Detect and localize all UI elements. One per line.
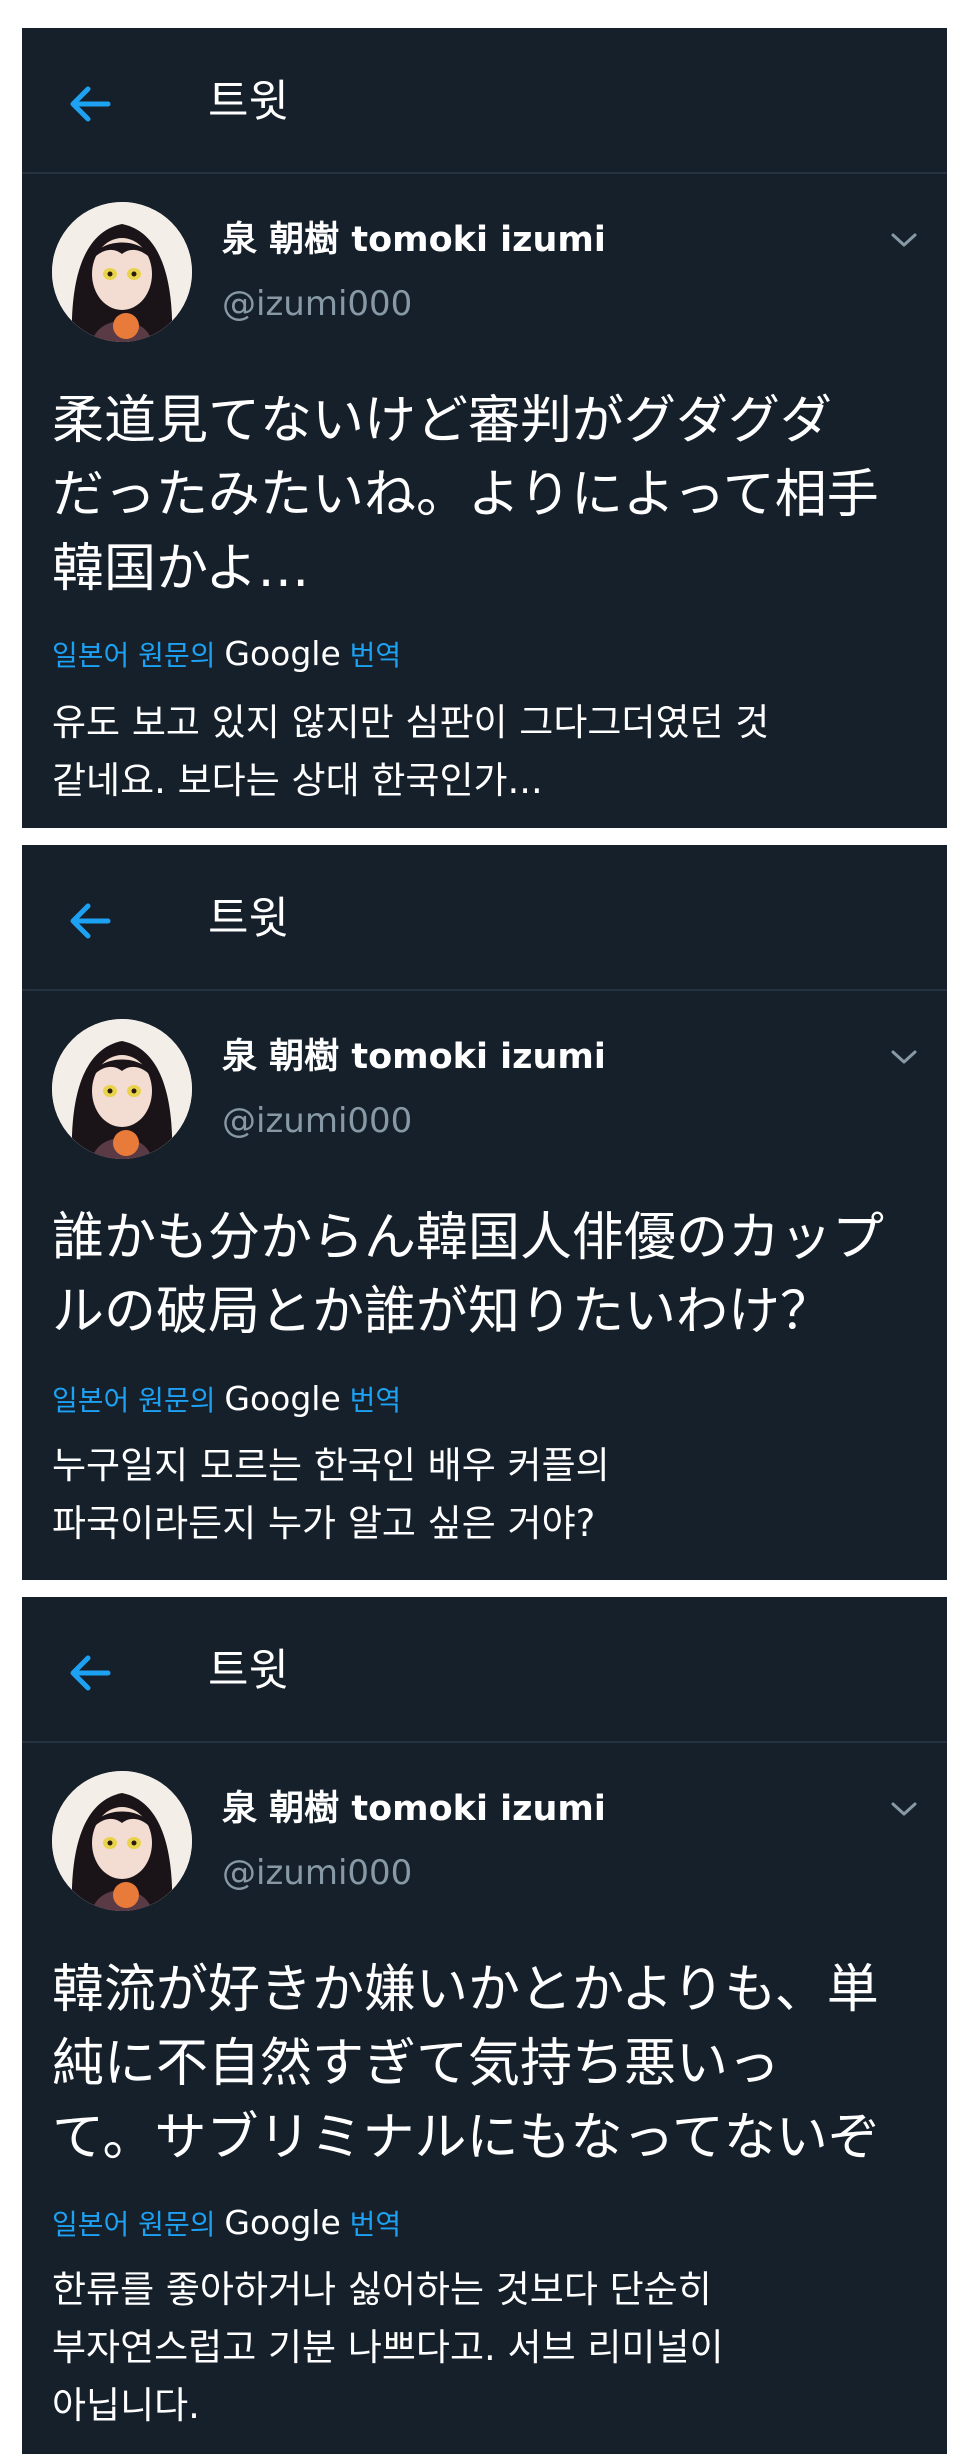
- google-logo-text: Google: [224, 2203, 341, 2242]
- chevron-down-icon: [891, 233, 917, 247]
- top-bar: 트윗: [22, 28, 947, 174]
- avatar[interactable]: [52, 1019, 192, 1159]
- translation-prefix: 일본어 원문의: [52, 2208, 216, 2241]
- tweet-menu-button[interactable]: [887, 230, 921, 252]
- avatar-illustration: [52, 202, 192, 342]
- translated-line: 부자연스럽고 기분 나쁘다고. 서브 리미널이: [52, 2326, 724, 2369]
- tweet-text-line: 韓国かよ…: [52, 539, 310, 599]
- tweet-menu-button[interactable]: [887, 1047, 921, 1069]
- translated-line: 같네요. 보다는 상대 한국인가...: [52, 759, 543, 802]
- translation-attribution[interactable]: 일본어 원문의 Google 번역: [52, 2203, 401, 2245]
- translated-text: 유도 보고 있지 않지만 심판이 그다그더였던 것 같네요. 보다는 상대 한국…: [52, 694, 917, 810]
- translated-text: 누구일지 모르는 한국인 배우 커플의 파국이라든지 누가 알고 싶은 거야?: [52, 1437, 917, 1553]
- back-button[interactable]: [64, 78, 116, 130]
- arrow-left-icon: [70, 86, 111, 122]
- top-bar: 트윗: [22, 1597, 947, 1743]
- google-logo-text: Google: [224, 1379, 341, 1418]
- tweet-text-line: だったみたいね。よりによって相手: [52, 465, 879, 525]
- translation-attribution[interactable]: 일본어 원문의 Google 번역: [52, 634, 401, 676]
- arrow-left-icon: [70, 903, 111, 939]
- translated-line: 아닙니다.: [52, 2384, 200, 2427]
- avatar[interactable]: [52, 1771, 192, 1911]
- translated-line: 누구일지 모르는 한국인 배우 커플의: [52, 1444, 610, 1487]
- translated-line: 유도 보고 있지 않지만 심판이 그다그더였던 것: [52, 701, 770, 744]
- user-handle[interactable]: @izumi000: [222, 1099, 412, 1143]
- tweet-card-2: 트윗 泉 朝樹 tomoki izumi @izumi000 誰かも分からん韓国…: [22, 845, 947, 1580]
- back-button[interactable]: [64, 895, 116, 947]
- tweet-text-line: 純に不自然すぎて気持ち悪いっ: [52, 2034, 781, 2094]
- translation-suffix: 번역: [349, 1384, 402, 1417]
- chevron-down-icon: [891, 1050, 917, 1064]
- top-bar: 트윗: [22, 845, 947, 991]
- avatar-illustration: [52, 1019, 192, 1159]
- tweet-text-line: 韓流が好きか嫌いかとかよりも、単: [52, 1960, 879, 2020]
- back-button[interactable]: [64, 1647, 116, 1699]
- translation-prefix: 일본어 원문의: [52, 639, 216, 672]
- tweet-text-line: 誰かも分からん韓国人俳優のカップ: [52, 1208, 885, 1268]
- translation-prefix: 일본어 원문의: [52, 1384, 216, 1417]
- tweet-text: 誰かも分からん韓国人俳優のカップ ルの破局とか誰が知りたいわけ？: [52, 1201, 917, 1349]
- user-handle[interactable]: @izumi000: [222, 282, 412, 326]
- google-logo-text: Google: [224, 634, 341, 673]
- avatar[interactable]: [52, 202, 192, 342]
- translated-text: 한류를 좋아하거나 싫어하는 것보다 단순히 부자연스럽고 기분 나쁘다고. 서…: [52, 2261, 917, 2435]
- tweet-card-3: 트윗 泉 朝樹 tomoki izumi @izumi000 韓流が好きか嫌いか…: [22, 1597, 947, 2454]
- tweet-card-1: 트윗 泉 朝樹 tomoki izumi @izumi000 柔道見てないけど審…: [22, 28, 947, 828]
- tweet-text: 韓流が好きか嫌いかとかよりも、単 純に不自然すぎて気持ち悪いっ て。サブリミナル…: [52, 1953, 917, 2175]
- translated-line: 한류를 좋아하거나 싫어하는 것보다 단순히: [52, 2268, 712, 2311]
- tweet-text: 柔道見てないけど審判がグダグダ だったみたいね。よりによって相手 韓国かよ…: [52, 384, 917, 606]
- display-name[interactable]: 泉 朝樹 tomoki izumi: [222, 1787, 606, 1831]
- screen-title: 트윗: [208, 893, 289, 944]
- tweet-menu-button[interactable]: [887, 1799, 921, 1821]
- display-name[interactable]: 泉 朝樹 tomoki izumi: [222, 218, 606, 262]
- translation-suffix: 번역: [349, 2208, 402, 2241]
- tweet-text-line: 柔道見てないけど審判がグダグダ: [52, 391, 833, 451]
- screenshot-collage: 트윗 泉 朝樹 tomoki izumi @izumi000 柔道見てないけど審…: [0, 0, 969, 2454]
- screen-title: 트윗: [208, 76, 289, 127]
- chevron-down-icon: [891, 1802, 917, 1816]
- tweet-text-line: ルの破局とか誰が知りたいわけ？: [52, 1282, 833, 1342]
- user-handle[interactable]: @izumi000: [222, 1851, 412, 1895]
- display-name[interactable]: 泉 朝樹 tomoki izumi: [222, 1035, 606, 1079]
- translation-attribution[interactable]: 일본어 원문의 Google 번역: [52, 1379, 401, 1421]
- translation-suffix: 번역: [349, 639, 402, 672]
- avatar-illustration: [52, 1771, 192, 1911]
- screen-title: 트윗: [208, 1645, 289, 1696]
- tweet-text-line: て。サブリミナルにもなってないぞ: [52, 2108, 880, 2168]
- arrow-left-icon: [70, 1655, 111, 1691]
- translated-line: 파국이라든지 누가 알고 싶은 거야?: [52, 1502, 596, 1545]
